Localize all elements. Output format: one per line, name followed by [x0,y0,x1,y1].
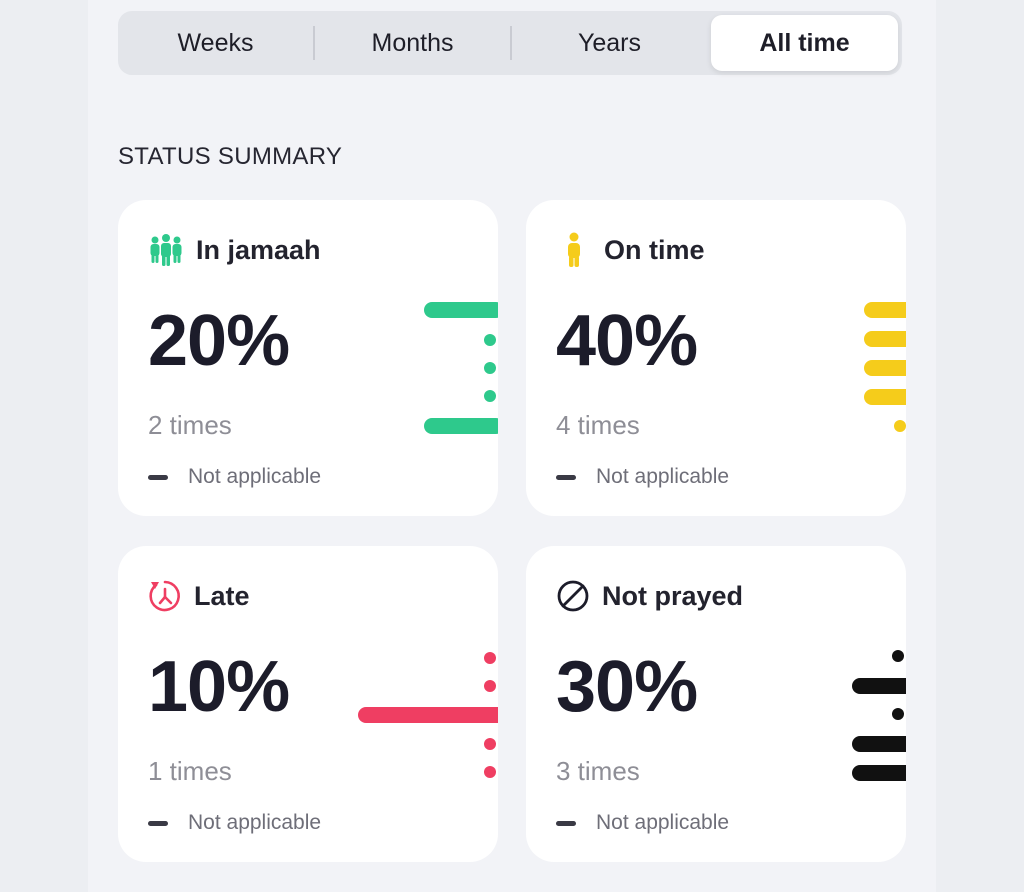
group-people-icon [148,233,184,267]
dash-icon [148,474,168,480]
not-applicable-label: Not applicable [188,811,322,834]
prohibited-icon [556,579,590,613]
not-applicable-label: Not applicable [596,465,730,488]
card-title: Not prayed [602,580,744,611]
tab-years[interactable]: Years [516,15,703,71]
not-applicable-legend: Not applicable [148,811,321,835]
right-margin [936,0,1024,892]
not-applicable-legend: Not applicable [556,811,729,835]
dash-icon [556,820,576,826]
tab-months[interactable]: Months [319,15,506,71]
status-card-on-time[interactable]: On time 40% 4 times Not applicable [526,200,906,516]
tab-months-label: Months [371,28,454,57]
tab-years-label: Years [577,28,641,57]
status-count: 1 times [148,756,232,786]
status-percentage: 20% [148,301,290,381]
mini-bar-chart [864,302,906,432]
segment-divider [313,26,315,60]
dash-icon [556,474,576,480]
mini-bar-chart [358,652,498,778]
status-card-not-prayed[interactable]: Not prayed 30% 3 times Not applicable [526,546,906,862]
not-applicable-label: Not applicable [596,811,730,834]
section-title: STATUS SUMMARY [118,143,343,170]
card-title: In jamaah [196,234,321,265]
statistics-screen: Weeks Months Years All time STATUS SUMMA… [0,0,1024,892]
tab-all-time-label: All time [759,28,850,57]
person-icon [556,232,592,268]
status-count: 4 times [556,410,640,440]
status-count: 2 times [148,410,232,440]
card-header: Late [148,576,250,616]
period-segmented-control: Weeks Months Years All time [118,11,902,75]
status-card-in-jamaah[interactable]: In jamaah 20% 2 times Not applicable [118,200,498,516]
not-applicable-label: Not applicable [188,465,322,488]
not-applicable-legend: Not applicable [556,465,729,489]
card-header: In jamaah [148,230,321,270]
status-count: 3 times [556,756,640,786]
not-applicable-legend: Not applicable [148,465,321,489]
status-percentage: 10% [148,647,290,727]
mini-bar-chart [424,302,498,434]
mini-bar-chart [852,650,906,781]
status-percentage: 40% [556,301,698,381]
card-title: On time [604,234,705,265]
card-title: Late [194,580,250,611]
card-header: On time [556,230,705,270]
dash-icon [148,820,168,826]
tab-weeks-label: Weeks [177,28,254,57]
status-card-late[interactable]: Late 10% 1 times Not applicable [118,546,498,862]
left-margin [0,0,88,892]
status-percentage: 30% [556,647,698,727]
tab-all-time[interactable]: All time [711,15,898,71]
segment-divider [510,26,512,60]
card-header: Not prayed [556,576,743,616]
tab-weeks[interactable]: Weeks [122,15,309,71]
late-clock-icon [148,579,182,613]
